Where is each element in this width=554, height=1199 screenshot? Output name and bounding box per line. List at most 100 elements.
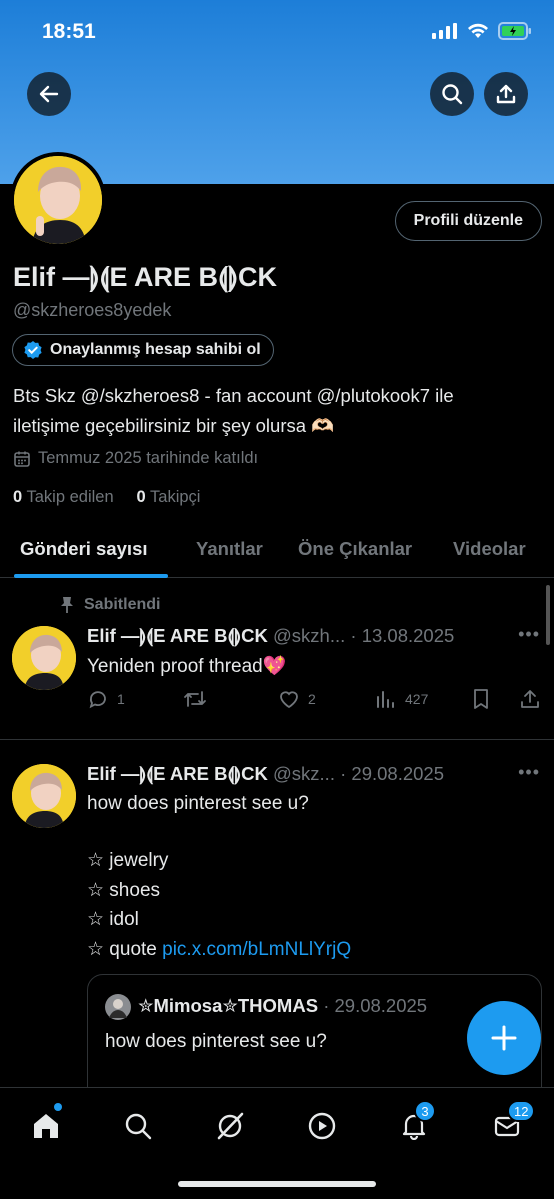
quote-text: how does pinterest see u?: [105, 1031, 327, 1052]
followers-label: Takipçi: [150, 488, 201, 506]
wifi-icon: [468, 23, 488, 38]
nav-grok[interactable]: [210, 1106, 250, 1146]
search-button[interactable]: [430, 72, 474, 116]
status-time: 18:51: [42, 20, 96, 43]
nav-explore[interactable]: [118, 1106, 158, 1146]
reply-button[interactable]: 1: [87, 688, 125, 710]
like-button[interactable]: 2: [278, 688, 316, 710]
edit-profile-button[interactable]: Profili düzenle: [394, 201, 542, 241]
notifications-badge: 3: [414, 1100, 436, 1122]
tweet-more-button[interactable]: •••: [518, 762, 540, 783]
tweet-header: Elif —⟭⟬E ARE B⟬⟭CK @skz... · 29.08.2025: [87, 763, 444, 785]
plus-icon: [491, 1025, 517, 1051]
quote-author-name: ✮Mimosa✮THOMAS: [138, 995, 319, 1016]
nav-notifications[interactable]: 3: [394, 1100, 436, 1146]
pinned-label: Sabitlendi: [84, 596, 161, 613]
tab-videos[interactable]: Videolar: [453, 538, 526, 560]
nav-messages[interactable]: 12: [487, 1100, 536, 1146]
quote-avatar: [105, 994, 131, 1020]
follow-counts: 0 Takip edilen 0 Takipçi: [13, 488, 200, 507]
tweet-avatar[interactable]: [12, 626, 76, 690]
quote-date: · 29.08.2025: [323, 995, 428, 1016]
active-tab-indicator: [14, 574, 168, 578]
bookmark-icon: [474, 689, 488, 709]
home-indicator: [178, 1181, 376, 1187]
nav-videos[interactable]: [302, 1106, 342, 1146]
grok-icon: [217, 1112, 244, 1140]
avatar-photo: [14, 156, 102, 244]
join-date-text: Temmuz 2025 tarihinde katıldı: [38, 449, 259, 467]
tweet-handle-date: @skz... · 29.08.2025: [273, 763, 444, 784]
tweet-text-line: ☆ shoes: [87, 880, 161, 901]
followers-link[interactable]: 0 Takipçi: [137, 488, 201, 506]
retweet-icon: [184, 691, 206, 707]
share-icon: [521, 690, 539, 708]
tweet-text-prefix: ☆ quote: [87, 939, 163, 960]
battery-icon: [498, 22, 531, 40]
following-link[interactable]: 0 Takip edilen: [13, 488, 114, 506]
tweet-author-name[interactable]: Elif —⟭⟬E ARE B⟬⟭CK: [87, 625, 268, 646]
share-button[interactable]: [484, 72, 528, 116]
bookmark-button[interactable]: [471, 688, 491, 710]
profile-handle: @skzheroes8yedek: [13, 300, 172, 320]
upload-icon: [496, 84, 516, 104]
tweet-more-button[interactable]: •••: [518, 624, 540, 645]
following-label: Takip edilen: [26, 488, 114, 506]
tweet-author-name[interactable]: Elif —⟭⟬E ARE B⟬⟭CK: [87, 763, 268, 784]
join-date: Temmuz 2025 tarihinde katıldı: [13, 449, 258, 468]
like-count: 2: [308, 691, 316, 707]
profile-screen: 18:51 Profili düzenle Elif —⟭⟬E ARE B⟬⟭C…: [0, 0, 554, 1199]
calendar-icon: [14, 451, 30, 467]
verified-badge-icon: [24, 341, 42, 359]
search-icon: [125, 1113, 152, 1140]
compose-button[interactable]: [467, 1001, 541, 1075]
share-tweet-button[interactable]: [519, 688, 541, 710]
get-verified-label: Onaylanmış hesap sahibi ol: [50, 341, 261, 358]
status-bar: 18:51: [0, 0, 554, 64]
pinned-indicator: Sabitlendi: [60, 596, 160, 614]
scrollbar[interactable]: [546, 585, 550, 645]
reply-icon: [89, 691, 106, 709]
heart-icon: [280, 691, 298, 709]
avatar-photo: [12, 626, 76, 690]
followers-count: 0: [136, 488, 146, 506]
home-unread-dot: [54, 1103, 62, 1111]
tweet-text-line: ☆ idol: [87, 909, 139, 930]
tab-posts[interactable]: Gönderi sayısı: [20, 538, 148, 560]
retweet-button[interactable]: [183, 688, 207, 710]
quote-header: ✮Mimosa✮THOMAS · 29.08.2025: [138, 995, 427, 1017]
tweet-text-line: how does pinterest see u?: [87, 793, 309, 814]
views-button[interactable]: 427: [375, 688, 428, 710]
home-icon: [34, 1114, 58, 1138]
search-icon: [442, 84, 463, 105]
play-circle-icon: [308, 1112, 336, 1140]
tweet-divider: [0, 739, 554, 740]
get-verified-button[interactable]: Onaylanmış hesap sahibi ol: [12, 334, 274, 366]
messages-badge: 12: [507, 1100, 536, 1122]
tweet-actions: 1 2 427: [87, 688, 542, 716]
tweet-text: Yeniden proof thread💖: [87, 656, 287, 677]
avatar-photo: [12, 764, 76, 828]
tab-highlights[interactable]: Öne Çıkanlar: [298, 538, 412, 560]
reply-count: 1: [117, 691, 125, 707]
nav-home[interactable]: [26, 1103, 66, 1146]
profile-tabs: Gönderi sayısı Yanıtlar Öne Çıkanlar Vid…: [0, 530, 554, 578]
bio-line: iletişime geçebilirsiniz bir şey olursa …: [13, 415, 335, 436]
tweet-text-line: ☆ quote pic.x.com/bLmNLlYrjQ: [87, 938, 351, 961]
tweet-avatar[interactable]: [12, 764, 76, 828]
tweet-media-link[interactable]: pic.x.com/bLmNLlYrjQ: [162, 939, 351, 960]
profile-avatar[interactable]: [10, 152, 106, 248]
back-button[interactable]: [27, 72, 71, 116]
following-count: 0: [13, 488, 23, 506]
tweet-text-line: ☆ jewelry: [87, 850, 169, 871]
view-count: 427: [405, 691, 429, 707]
arrow-left-icon: [39, 85, 59, 103]
profile-bio: Bts Skz @/skzheroes8 - fan account @/plu…: [13, 381, 543, 441]
pin-icon: [61, 597, 73, 613]
views-chart-icon: [377, 691, 394, 708]
tweet-header: Elif —⟭⟬E ARE B⟬⟭CK @skzh... · 13.08.202…: [87, 625, 454, 647]
signal-icon: [432, 23, 457, 39]
tab-replies[interactable]: Yanıtlar: [196, 538, 263, 560]
bio-line: Bts Skz @/skzheroes8 - fan account @/plu…: [13, 385, 454, 406]
tweet-handle-date: @skzh... · 13.08.2025: [273, 625, 455, 646]
